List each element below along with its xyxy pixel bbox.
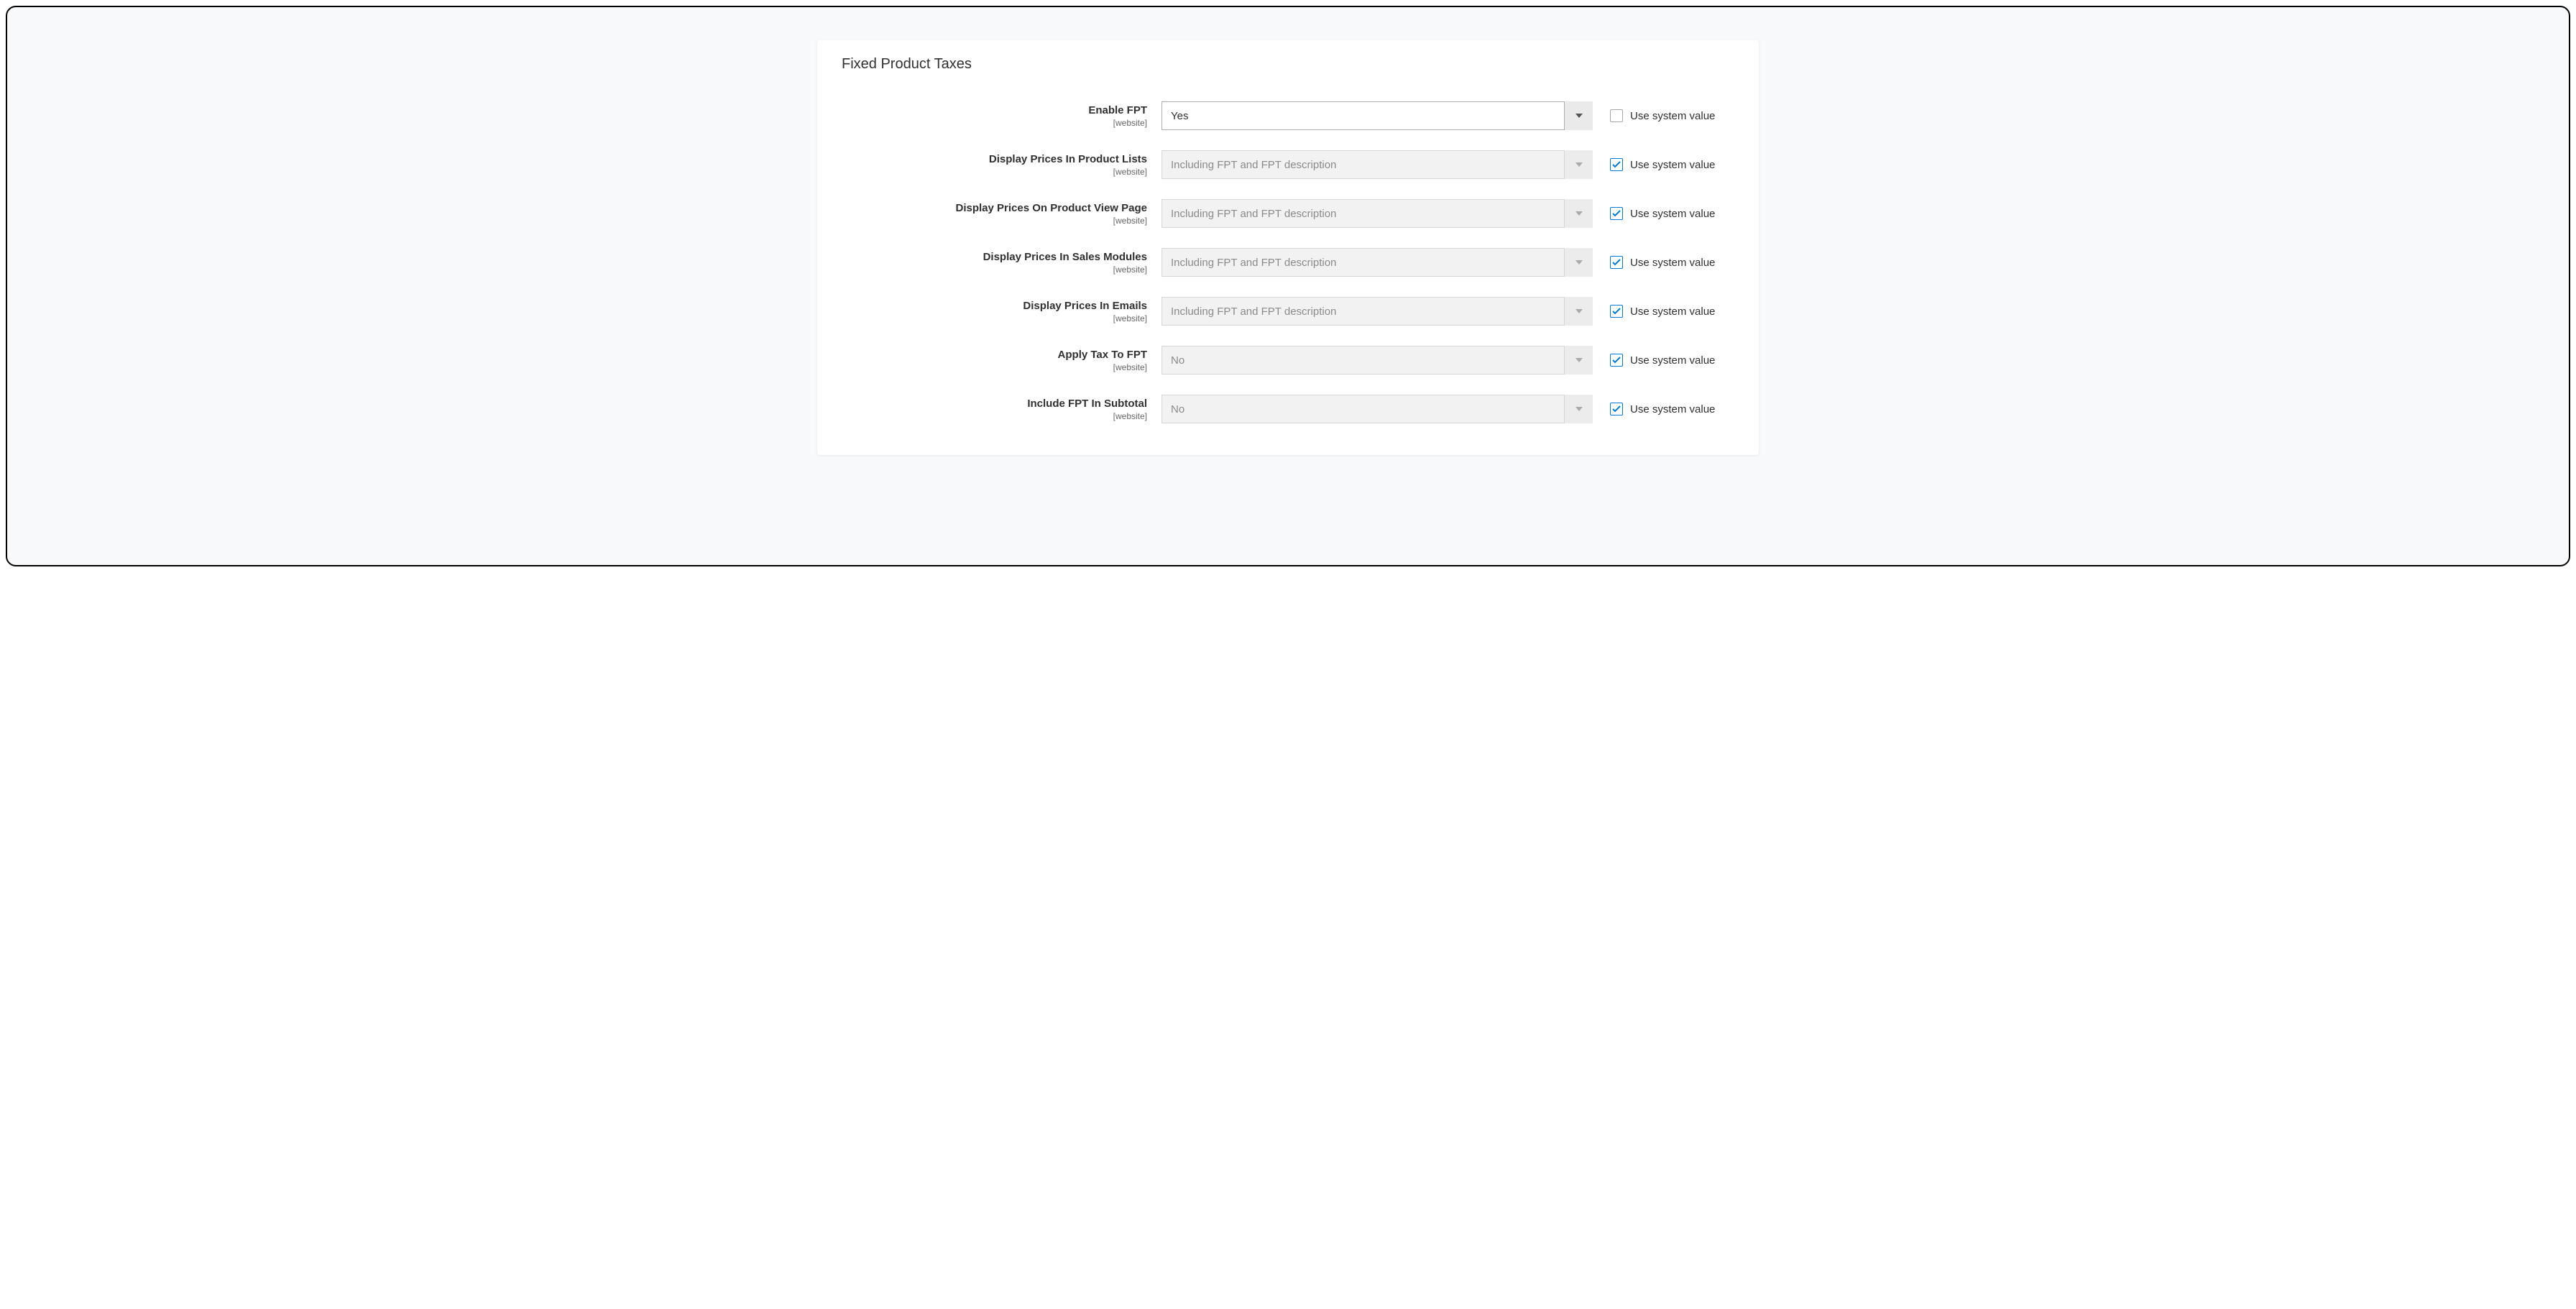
field-control: Including FPT and FPT description bbox=[1162, 150, 1593, 179]
field-label: Display Prices In Sales Modules bbox=[842, 251, 1147, 264]
config-frame: Fixed Product Taxes Enable FPT [website]… bbox=[6, 6, 2570, 566]
chevron-down-icon bbox=[1564, 346, 1593, 375]
fpt-panel: Fixed Product Taxes Enable FPT [website]… bbox=[817, 40, 1759, 455]
field-control: Including FPT and FPT description bbox=[1162, 248, 1593, 277]
field-select: Including FPT and FPT description bbox=[1162, 297, 1593, 326]
field-label: Include FPT In Subtotal bbox=[842, 398, 1147, 410]
field-select: Including FPT and FPT description bbox=[1162, 150, 1593, 179]
select-wrap: Including FPT and FPT description bbox=[1162, 248, 1593, 277]
field-scope: [website] bbox=[842, 265, 1147, 275]
use-system-col: Use system value bbox=[1593, 150, 1715, 179]
panel-title: Fixed Product Taxes bbox=[842, 56, 1734, 73]
use-system-col: Use system value bbox=[1593, 199, 1715, 228]
chevron-down-icon bbox=[1564, 297, 1593, 326]
use-system-col: Use system value bbox=[1593, 395, 1715, 423]
field-scope: [website] bbox=[842, 167, 1147, 177]
field-label-col: Display Prices In Product Lists [website… bbox=[842, 150, 1162, 177]
use-system-label[interactable]: Use system value bbox=[1630, 257, 1715, 269]
chevron-down-icon bbox=[1564, 395, 1593, 423]
field-label: Display Prices In Product Lists bbox=[842, 153, 1147, 166]
use-system-checkbox[interactable] bbox=[1610, 256, 1623, 269]
chevron-down-icon[interactable] bbox=[1564, 101, 1593, 130]
select-wrap: Including FPT and FPT description bbox=[1162, 199, 1593, 228]
use-system-label[interactable]: Use system value bbox=[1630, 159, 1715, 171]
use-system-label[interactable]: Use system value bbox=[1630, 208, 1715, 220]
use-system-checkbox[interactable] bbox=[1610, 403, 1623, 415]
select-wrap: Including FPT and FPT description bbox=[1162, 150, 1593, 179]
field-control: Including FPT and FPT description bbox=[1162, 199, 1593, 228]
use-system-checkbox[interactable] bbox=[1610, 305, 1623, 318]
use-system-checkbox[interactable] bbox=[1610, 207, 1623, 220]
field-select: Including FPT and FPT description bbox=[1162, 199, 1593, 228]
field-control: Including FPT and FPT description bbox=[1162, 297, 1593, 326]
field-select: No bbox=[1162, 346, 1593, 375]
field-row: Include FPT In Subtotal [website] No Use… bbox=[842, 395, 1734, 423]
field-control: No bbox=[1162, 346, 1593, 375]
field-label-col: Display Prices On Product View Page [web… bbox=[842, 199, 1162, 226]
field-scope: [website] bbox=[842, 411, 1147, 421]
use-system-col: Use system value bbox=[1593, 346, 1715, 375]
field-label-col: Enable FPT [website] bbox=[842, 101, 1162, 128]
use-system-col: Use system value bbox=[1593, 297, 1715, 326]
select-wrap: Yes bbox=[1162, 101, 1593, 130]
field-label: Enable FPT bbox=[842, 104, 1147, 117]
field-row: Apply Tax To FPT [website] No Use system… bbox=[842, 346, 1734, 375]
field-label-col: Display Prices In Sales Modules [website… bbox=[842, 248, 1162, 275]
field-scope: [website] bbox=[842, 362, 1147, 372]
chevron-down-icon bbox=[1564, 248, 1593, 277]
use-system-label[interactable]: Use system value bbox=[1630, 306, 1715, 318]
field-control: No bbox=[1162, 395, 1593, 423]
field-label: Display Prices On Product View Page bbox=[842, 202, 1147, 215]
field-label: Apply Tax To FPT bbox=[842, 349, 1147, 362]
field-row: Display Prices In Product Lists [website… bbox=[842, 150, 1734, 179]
use-system-label[interactable]: Use system value bbox=[1630, 110, 1715, 122]
field-row: Display Prices On Product View Page [web… bbox=[842, 199, 1734, 228]
use-system-checkbox[interactable] bbox=[1610, 354, 1623, 367]
field-scope: [website] bbox=[842, 118, 1147, 128]
field-row: Enable FPT [website] Yes Use system valu… bbox=[842, 101, 1734, 130]
use-system-checkbox[interactable] bbox=[1610, 109, 1623, 122]
field-scope: [website] bbox=[842, 313, 1147, 323]
chevron-down-icon bbox=[1564, 199, 1593, 228]
field-row: Display Prices In Sales Modules [website… bbox=[842, 248, 1734, 277]
chevron-down-icon bbox=[1564, 150, 1593, 179]
use-system-label[interactable]: Use system value bbox=[1630, 354, 1715, 367]
fields-container: Enable FPT [website] Yes Use system valu… bbox=[842, 101, 1734, 423]
field-label-col: Display Prices In Emails [website] bbox=[842, 297, 1162, 323]
field-select: Including FPT and FPT description bbox=[1162, 248, 1593, 277]
use-system-col: Use system value bbox=[1593, 248, 1715, 277]
use-system-checkbox[interactable] bbox=[1610, 158, 1623, 171]
select-wrap: Including FPT and FPT description bbox=[1162, 297, 1593, 326]
select-wrap: No bbox=[1162, 395, 1593, 423]
field-select[interactable]: Yes bbox=[1162, 101, 1593, 130]
field-label-col: Apply Tax To FPT [website] bbox=[842, 346, 1162, 372]
field-row: Display Prices In Emails [website] Inclu… bbox=[842, 297, 1734, 326]
field-select: No bbox=[1162, 395, 1593, 423]
use-system-label[interactable]: Use system value bbox=[1630, 403, 1715, 415]
use-system-col: Use system value bbox=[1593, 101, 1715, 130]
field-scope: [website] bbox=[842, 216, 1147, 226]
select-wrap: No bbox=[1162, 346, 1593, 375]
field-control: Yes bbox=[1162, 101, 1593, 130]
field-label-col: Include FPT In Subtotal [website] bbox=[842, 395, 1162, 421]
field-label: Display Prices In Emails bbox=[842, 300, 1147, 313]
